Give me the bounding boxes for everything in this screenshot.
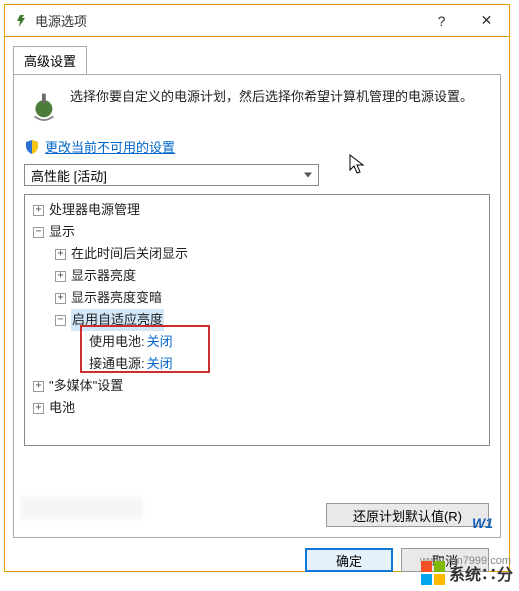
on-battery-value[interactable]: 关闭 [147, 331, 173, 353]
expand-icon[interactable]: + [55, 249, 66, 260]
settings-tree[interactable]: + 处理器电源管理 − 显示 + 在此时间后关闭显示 + 显示器亮度 [24, 194, 490, 446]
uac-link-row: 更改当前不可用的设置 [24, 137, 490, 156]
power-icon-large [24, 87, 60, 123]
help-button[interactable]: ? [419, 5, 464, 36]
change-unavailable-settings-link[interactable]: 更改当前不可用的设置 [45, 137, 175, 156]
collapse-icon[interactable]: − [33, 227, 44, 238]
power-plan-dropdown[interactable]: 高性能 [活动] [24, 164, 319, 186]
titlebar: 电源选项 ? ✕ [5, 5, 509, 37]
expand-icon[interactable]: + [33, 381, 44, 392]
power-options-window: 电源选项 ? ✕ 高级设置 选择你要自定义的电源 [4, 4, 510, 572]
cursor-icon [349, 154, 367, 181]
tree-node-multimedia[interactable]: + "多媒体"设置 [27, 375, 487, 397]
site-brand-text: 系统∷分 [449, 561, 513, 585]
close-button[interactable]: ✕ [464, 5, 509, 36]
tree-node-brightness[interactable]: + 显示器亮度 [27, 265, 487, 287]
tree-node-adaptive[interactable]: − 启用自适应亮度 [27, 309, 487, 331]
window-title: 电源选项 [35, 11, 419, 30]
restore-defaults-button[interactable]: 还原计划默认值(R) [326, 503, 489, 527]
tab-panel-advanced: 选择你要自定义的电源计划，然后选择你希望计算机管理的电源设置。 更改当前不可用的… [13, 74, 501, 538]
tree-node-battery[interactable]: + 电池 [27, 397, 487, 419]
power-plan-icon [13, 13, 29, 29]
tree-node-plugged-in[interactable]: 接通电源: 关闭 [27, 353, 487, 375]
tabset: 高级设置 选择你要自定义的电源计划，然后选择你希望计算机管理的电源设置。 [13, 45, 501, 538]
expand-icon[interactable]: + [33, 403, 44, 414]
uac-shield-icon [24, 139, 40, 155]
expand-icon[interactable]: + [55, 271, 66, 282]
blurred-region [21, 497, 143, 519]
tree-node-display[interactable]: − 显示 [27, 221, 487, 243]
intro-text: 选择你要自定义的电源计划，然后选择你希望计算机管理的电源设置。 [70, 87, 473, 123]
ok-button[interactable]: 确定 [305, 548, 393, 572]
collapse-icon[interactable]: − [55, 315, 66, 326]
tab-advanced[interactable]: 高级设置 [13, 46, 87, 75]
tree-node-dimmed[interactable]: + 显示器亮度变暗 [27, 287, 487, 309]
tree-label-adaptive-selected: 启用自适应亮度 [71, 309, 164, 331]
intro-row: 选择你要自定义的电源计划，然后选择你希望计算机管理的电源设置。 [24, 87, 490, 123]
plugged-in-value[interactable]: 关闭 [147, 353, 173, 375]
tree-node-display-off[interactable]: + 在此时间后关闭显示 [27, 243, 487, 265]
plugged-in-label: 接通电源: [89, 353, 145, 375]
content-area: 高级设置 选择你要自定义的电源计划，然后选择你希望计算机管理的电源设置。 [5, 37, 509, 572]
tree-node-on-battery[interactable]: 使用电池: 关闭 [27, 331, 487, 353]
tree-node-cpu[interactable]: + 处理器电源管理 [27, 199, 487, 221]
tab-header: 高级设置 [13, 45, 501, 74]
expand-icon[interactable]: + [55, 293, 66, 304]
site-watermark: 系统∷分 [421, 561, 513, 585]
expand-icon[interactable]: + [33, 205, 44, 216]
power-plan-selected: 高性能 [活动] [31, 166, 107, 185]
titlebar-controls: ? ✕ [419, 5, 509, 36]
microsoft-logo-icon [421, 561, 445, 585]
on-battery-label: 使用电池: [89, 331, 145, 353]
w1-watermark: W1 [472, 515, 493, 531]
